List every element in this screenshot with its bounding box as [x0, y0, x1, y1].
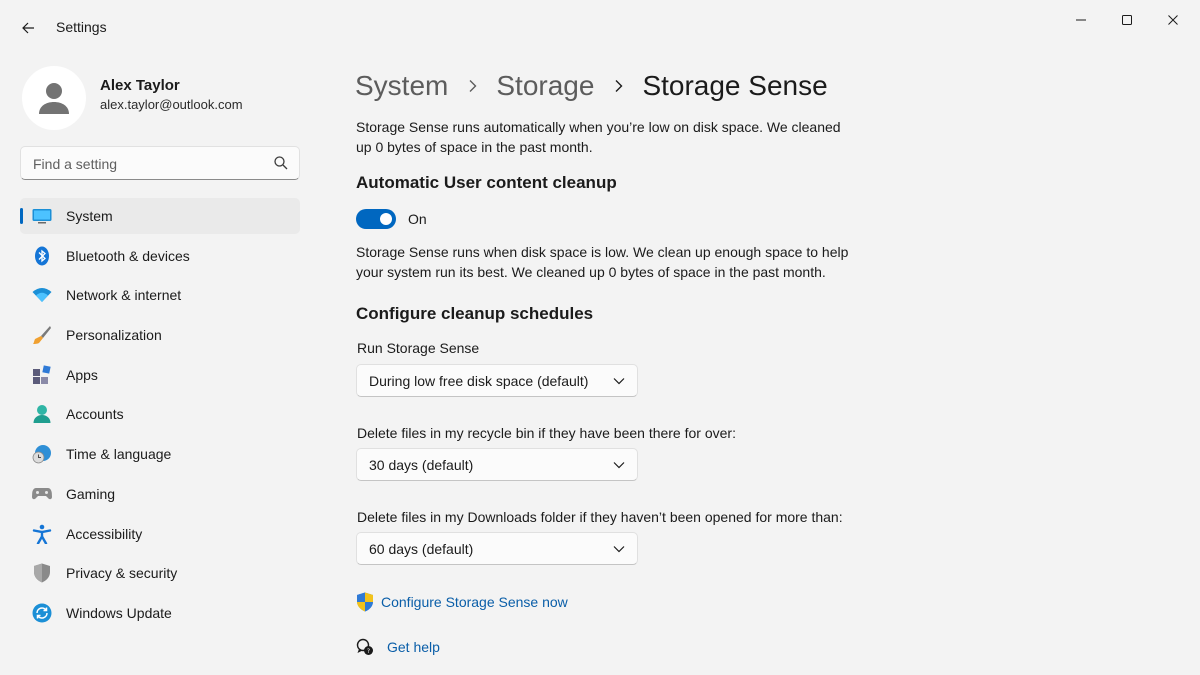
sidebar-item-time-language[interactable]: Time & language — [20, 436, 300, 472]
sidebar-item-network[interactable]: Network & internet — [20, 277, 300, 313]
back-button[interactable] — [14, 14, 42, 42]
update-icon — [32, 603, 52, 623]
chevron-right-icon — [614, 79, 624, 93]
dropdown-value: During low free disk space (default) — [369, 373, 589, 389]
svg-text:?: ? — [367, 648, 370, 655]
sidebar-item-label: Time & language — [66, 446, 172, 463]
get-help-link-text: Get help — [387, 639, 440, 655]
chevron-down-icon — [613, 462, 625, 469]
bluetooth-icon — [32, 246, 52, 266]
recycle-bin-dropdown[interactable]: 30 days (default) — [356, 448, 638, 481]
cleanup-section-title: Automatic User content cleanup — [356, 173, 617, 192]
cleanup-description: Storage Sense runs when disk space is lo… — [356, 244, 849, 280]
maximize-icon — [1122, 15, 1132, 25]
page-title: Storage Sense — [642, 70, 828, 101]
sidebar-item-label: Accessibility — [66, 525, 143, 542]
sidebar-item-label: Gaming — [66, 485, 116, 502]
sidebar-item-label: Network & internet — [66, 287, 182, 304]
run-storage-sense-label: Run Storage Sense — [357, 340, 480, 356]
accessibility-icon — [32, 524, 52, 544]
back-arrow-icon — [22, 22, 34, 34]
profile-email: alex.taylor@outlook.com — [100, 97, 243, 112]
intro-text: Storage Sense runs automatically when yo… — [356, 119, 841, 155]
configure-storage-sense-link[interactable]: Configure Storage Sense now — [356, 592, 568, 612]
person-avatar-icon — [39, 83, 69, 114]
close-icon — [1168, 15, 1178, 25]
get-help-link[interactable]: ? Get help — [356, 638, 440, 656]
configure-link-text: Configure Storage Sense now — [381, 594, 568, 610]
sidebar-item-label: Personalization — [66, 327, 162, 344]
sidebar-item-gaming[interactable]: Gaming — [20, 476, 300, 512]
app-title: Settings — [56, 19, 107, 35]
minimize-icon — [1076, 19, 1086, 21]
help-chat-icon: ? — [356, 638, 373, 655]
sidebar-item-label: Privacy & security — [66, 565, 178, 582]
sidebar-item-privacy[interactable]: Privacy & security — [20, 555, 300, 591]
avatar — [22, 66, 86, 130]
user-profile[interactable]: Alex Taylor alex.taylor@outlook.com — [20, 64, 300, 134]
brush-icon — [32, 325, 52, 345]
toggle-knob — [380, 213, 392, 225]
wifi-icon — [32, 285, 52, 305]
globe-clock-icon — [32, 444, 52, 464]
toggle-state-label: On — [408, 211, 427, 227]
sidebar-nav: System Bluetooth & devices Network & int… — [20, 198, 300, 635]
sidebar-item-label: Accounts — [66, 406, 124, 423]
sidebar-item-accounts[interactable]: Accounts — [20, 396, 300, 432]
search-box[interactable] — [20, 146, 300, 180]
minimize-button[interactable] — [1058, 6, 1104, 34]
dropdown-value: 60 days (default) — [369, 541, 474, 557]
person-icon — [32, 404, 52, 424]
shield-icon — [32, 563, 52, 583]
close-button[interactable] — [1150, 6, 1196, 34]
maximize-button[interactable] — [1104, 6, 1150, 34]
system-icon — [32, 206, 52, 226]
sidebar-item-label: Apps — [66, 366, 98, 383]
cleanup-toggle[interactable] — [356, 209, 396, 229]
apps-icon — [32, 365, 52, 385]
sidebar-item-label: Bluetooth & devices — [66, 247, 190, 264]
sidebar-item-apps[interactable]: Apps — [20, 357, 300, 393]
downloads-dropdown[interactable]: 60 days (default) — [356, 532, 638, 565]
breadcrumb-storage[interactable]: Storage — [496, 70, 594, 102]
cleanup-toggle-row: On — [356, 208, 427, 230]
sidebar-item-system[interactable]: System — [20, 198, 300, 234]
schedules-section-title: Configure cleanup schedules — [356, 304, 594, 323]
run-storage-sense-dropdown[interactable]: During low free disk space (default) — [356, 364, 638, 397]
chevron-down-icon — [613, 546, 625, 553]
sidebar-item-label: Windows Update — [66, 604, 172, 621]
search-icon[interactable] — [273, 155, 289, 171]
downloads-label: Delete files in my Downloads folder if t… — [357, 509, 843, 525]
title-bar: Settings — [0, 0, 1200, 48]
search-input[interactable] — [33, 154, 263, 174]
dropdown-value: 30 days (default) — [369, 457, 474, 473]
profile-name: Alex Taylor — [100, 77, 180, 94]
breadcrumb-system[interactable]: System — [355, 70, 448, 102]
sidebar-item-personalization[interactable]: Personalization — [20, 317, 300, 353]
settings-window: Settings Alex Taylor alex.taylor@outlook… — [0, 0, 1200, 675]
sidebar-item-label: System — [66, 208, 113, 224]
chevron-right-icon — [468, 79, 478, 93]
chevron-down-icon — [613, 378, 625, 385]
sidebar-item-accessibility[interactable]: Accessibility — [20, 516, 300, 552]
gamepad-icon — [32, 484, 52, 504]
sidebar-item-windows-update[interactable]: Windows Update — [20, 595, 300, 631]
uac-shield-icon — [357, 592, 373, 612]
recycle-bin-label: Delete files in my recycle bin if they h… — [357, 425, 736, 441]
breadcrumb: System Storage Storage Sense — [355, 66, 828, 106]
sidebar-item-bluetooth[interactable]: Bluetooth & devices — [20, 238, 300, 274]
